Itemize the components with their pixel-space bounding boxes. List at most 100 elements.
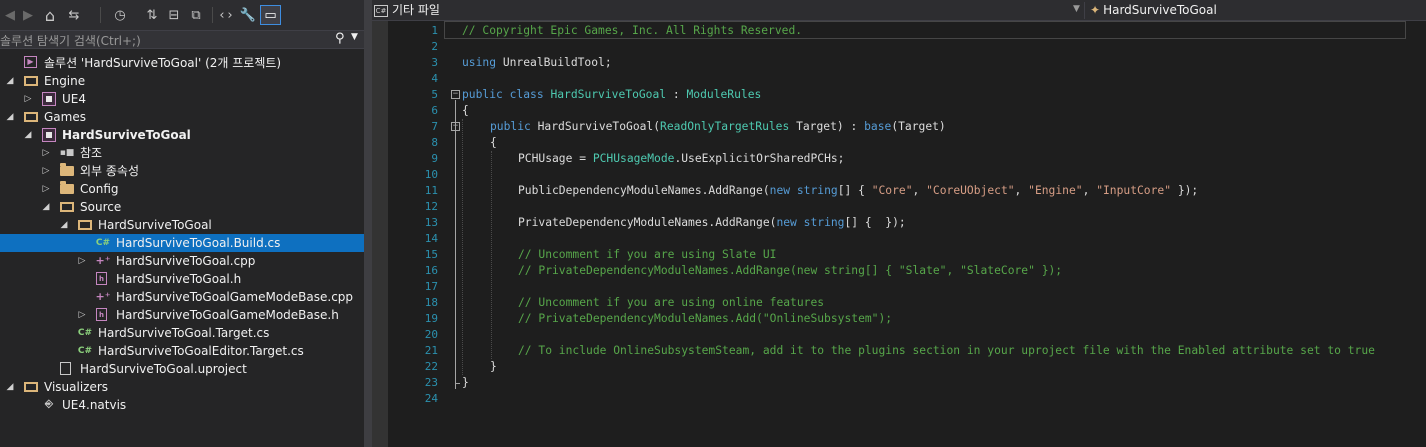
code-line[interactable]: 8{ bbox=[388, 135, 1426, 151]
tree-item[interactable]: ◢ Engine bbox=[0, 72, 364, 90]
solution-explorer-toolbar: ◀ ▶ ⌂ ⇆ ◷ ⇅ ⊟ ⧉ ‹› 🔧 ▭ bbox=[0, 0, 364, 30]
tree-item[interactable]: C# HardSurviveToGoal.Build.cs bbox=[0, 234, 364, 252]
header-file-icon: h bbox=[96, 308, 107, 321]
collapsed-arrow-icon[interactable]: ▷ bbox=[22, 90, 34, 108]
code-line[interactable]: 18 // Uncomment if you are using online f… bbox=[388, 295, 1426, 311]
tree-item[interactable]: ▷ h HardSurviveToGoalGameModeBase.h bbox=[0, 306, 364, 324]
tree-item[interactable]: ◢ HardSurviveToGoal bbox=[0, 126, 364, 144]
code-line[interactable]: 6{ bbox=[388, 103, 1426, 119]
expanded-arrow-icon[interactable]: ◢ bbox=[22, 126, 34, 144]
tree-item-label: Config bbox=[80, 182, 119, 196]
tree-item[interactable]: h HardSurviveToGoal.h bbox=[0, 270, 364, 288]
code-text: PrivateDependencyModuleNames.AddRange(ne… bbox=[518, 215, 906, 231]
tree-item[interactable]: ◢ Source bbox=[0, 198, 364, 216]
expanded-arrow-icon[interactable]: ◢ bbox=[58, 216, 70, 234]
code-area[interactable]: 1// Copyright Epic Games, Inc. All Right… bbox=[388, 21, 1426, 447]
tree-item[interactable]: ▷ +⁺ HardSurviveToGoal.cpp bbox=[0, 252, 364, 270]
indent-guide bbox=[491, 151, 492, 359]
tree-item[interactable]: ▷ Config bbox=[0, 180, 364, 198]
search-input[interactable]: 솔루션 탐색기 검색(Ctrl+;) bbox=[0, 32, 141, 49]
expanded-arrow-icon[interactable]: ◢ bbox=[40, 198, 52, 216]
code-line[interactable]: 22} bbox=[388, 359, 1426, 375]
code-line[interactable]: 24 bbox=[388, 391, 1426, 407]
chevron-down-icon[interactable]: ▼ bbox=[351, 32, 358, 42]
chevron-down-icon[interactable]: ▼ bbox=[1073, 4, 1080, 14]
code-line[interactable]: 7 public HardSurviveToGoal(ReadOnlyTarget… bbox=[388, 119, 1426, 135]
collapse-region-icon[interactable]: − bbox=[451, 90, 460, 99]
code-token: "Engine" bbox=[1028, 184, 1083, 197]
line-number: 19 bbox=[424, 312, 438, 325]
line-number: 22 bbox=[424, 360, 438, 373]
tree-item[interactable]: ◢ HardSurviveToGoal bbox=[0, 216, 364, 234]
tree-item-label: 솔루션 'HardSurviveToGoal' (2개 프로젝트) bbox=[44, 56, 282, 70]
expanded-arrow-icon[interactable]: ◢ bbox=[4, 72, 16, 90]
folder-open-icon bbox=[60, 202, 74, 212]
code-token: { bbox=[462, 104, 469, 117]
code-line[interactable]: 16 // PrivateDependencyModuleNames.AddRan… bbox=[388, 263, 1426, 279]
line-number: 24 bbox=[424, 392, 438, 405]
solution-search-box[interactable]: 솔루션 탐색기 검색(Ctrl+;) ⚲ ▼ bbox=[0, 30, 364, 49]
preview-selected-icon[interactable]: ▭ bbox=[260, 5, 281, 25]
sync-icon[interactable]: ⇆ bbox=[64, 5, 84, 25]
tree-item[interactable]: C# HardSurviveToGoalEditor.Target.cs bbox=[0, 342, 364, 360]
collapsed-arrow-icon[interactable]: ▷ bbox=[40, 162, 52, 180]
view-code-icon[interactable]: ‹› bbox=[216, 5, 236, 25]
tree-item-label: UE4.natvis bbox=[62, 398, 127, 412]
cpp-file-icon: +⁺ bbox=[95, 290, 111, 303]
code-text: PCHUsage = PCHUsageMode.UseExplicitOrSha… bbox=[518, 151, 845, 167]
tree-item[interactable]: +⁺ HardSurviveToGoalGameModeBase.cpp bbox=[0, 288, 364, 306]
splitter[interactable] bbox=[364, 0, 372, 447]
code-line[interactable]: 13 PrivateDependencyModuleNames.AddRange(… bbox=[388, 215, 1426, 231]
code-line[interactable]: 14 bbox=[388, 231, 1426, 247]
tree-item[interactable]: ▶ 솔루션 'HardSurviveToGoal' (2개 프로젝트) bbox=[0, 54, 364, 72]
tree-item[interactable]: ▷ ▪■ 참조 bbox=[0, 144, 364, 162]
code-token: string bbox=[796, 184, 838, 197]
properties-icon[interactable]: 🔧 bbox=[238, 5, 258, 25]
scope-dropdown[interactable]: ✦ HardSurviveToGoal bbox=[1090, 0, 1217, 21]
code-line[interactable]: 9 PCHUsage = PCHUsageMode.UseExplicitOrSh… bbox=[388, 151, 1426, 167]
code-line[interactable]: 3 using UnrealBuildTool; bbox=[388, 55, 1426, 71]
back-icon[interactable]: ◀ bbox=[2, 5, 18, 25]
show-all-files-icon[interactable]: ⧉ bbox=[186, 5, 206, 25]
code-line[interactable]: 11 PublicDependencyModuleNames.AddRange(n… bbox=[388, 183, 1426, 199]
code-line[interactable]: 17 bbox=[388, 279, 1426, 295]
collapsed-arrow-icon[interactable]: ▷ bbox=[40, 144, 52, 162]
expanded-arrow-icon[interactable]: ◢ bbox=[4, 378, 16, 396]
tree-item[interactable]: ◢ Games bbox=[0, 108, 364, 126]
collapsed-arrow-icon[interactable]: ▷ bbox=[76, 252, 88, 270]
search-icon[interactable]: ⚲ bbox=[335, 31, 345, 46]
forward-icon[interactable]: ▶ bbox=[20, 5, 36, 25]
code-line[interactable]: 4 bbox=[388, 71, 1426, 87]
natvis-icon: ⎆ bbox=[45, 399, 53, 410]
file-icon bbox=[60, 362, 71, 375]
code-line[interactable]: 2 bbox=[388, 39, 1426, 55]
line-number: 20 bbox=[424, 328, 438, 341]
collapsed-arrow-icon[interactable]: ▷ bbox=[76, 306, 88, 324]
tree-item[interactable]: C# HardSurviveToGoal.Target.cs bbox=[0, 324, 364, 342]
home-icon[interactable]: ⌂ bbox=[40, 5, 60, 25]
tree-item[interactable]: HardSurviveToGoal.uproject bbox=[0, 360, 364, 378]
tree-item[interactable]: ◢ Visualizers bbox=[0, 378, 364, 396]
line-number: 12 bbox=[424, 200, 438, 213]
code-line[interactable]: 10 bbox=[388, 167, 1426, 183]
tree-item[interactable]: ▷ UE4 bbox=[0, 90, 364, 108]
collapsed-arrow-icon[interactable]: ▷ bbox=[40, 180, 52, 198]
project-dropdown[interactable]: C# 기타 파일 bbox=[374, 0, 440, 21]
tree-item[interactable]: ⎆ UE4.natvis bbox=[0, 396, 364, 414]
code-line[interactable]: 20 bbox=[388, 327, 1426, 343]
code-line[interactable]: 15 // Uncomment if you are using Slate UI bbox=[388, 247, 1426, 263]
expanded-arrow-icon[interactable]: ◢ bbox=[4, 108, 16, 126]
code-line[interactable]: 23} bbox=[388, 375, 1426, 391]
tree-item-label: 외부 종속성 bbox=[80, 164, 140, 178]
history-icon[interactable]: ◷ bbox=[110, 5, 130, 25]
code-line[interactable]: 19 // PrivateDependencyModuleNames.Add("O… bbox=[388, 311, 1426, 327]
code-line[interactable]: 5 public class HardSurviveToGoal : Module… bbox=[388, 87, 1426, 103]
switch-views-icon[interactable]: ⇅ bbox=[142, 5, 162, 25]
tree-item[interactable]: ▷ 외부 종속성 bbox=[0, 162, 364, 180]
line-number: 3 bbox=[431, 56, 438, 69]
editor-scrollbar[interactable] bbox=[1410, 39, 1426, 447]
code-token: , bbox=[1014, 184, 1029, 197]
collapse-all-icon[interactable]: ⊟ bbox=[164, 5, 184, 25]
code-line[interactable]: 12 bbox=[388, 199, 1426, 215]
code-line[interactable]: 21 // To include OnlineSubsystemSteam, ad… bbox=[388, 343, 1426, 359]
